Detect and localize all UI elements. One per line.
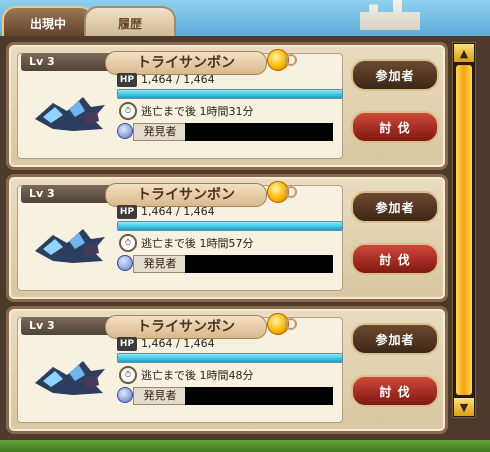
hp-bar: [117, 89, 343, 99]
hp-value: 1,464 / 1,464: [141, 73, 215, 86]
participants-button[interactable]: 参加者: [351, 191, 439, 223]
monster-name: トライサンボン: [105, 315, 267, 339]
finder-label: 発見者: [133, 387, 187, 405]
attack-button[interactable]: 討 伐: [351, 375, 439, 407]
raid-card: Lv 3 トライサンボン HP 1,464 / 1,464 ⏱ 逃亡まで後 1時…: [6, 42, 448, 170]
monster-image: [35, 361, 105, 395]
finder-name-redacted: [185, 255, 333, 273]
finder-orb-icon: [117, 123, 133, 139]
hp-bar-fill: [118, 222, 342, 230]
finder-orb-icon: [117, 387, 133, 403]
finder-label: 発見者: [133, 255, 187, 273]
level-badge: Lv 3: [21, 185, 113, 203]
raid-card: Lv 3 トライサンボン HP 1,464 / 1,464 ⏱ 逃亡まで後 1時…: [6, 306, 448, 434]
level-badge: Lv 3: [21, 53, 113, 71]
orb-ornament-icon: [285, 186, 297, 198]
hp-bar: [117, 353, 343, 363]
monster-image: [35, 97, 105, 131]
hp-icon: HP: [117, 73, 137, 87]
level-badge: Lv 3: [21, 317, 113, 335]
clock-icon: ⏱: [119, 234, 137, 252]
participants-button[interactable]: 参加者: [351, 59, 439, 91]
orb-ornament-icon: [285, 54, 297, 66]
monster-name: トライサンボン: [105, 51, 267, 75]
scrollbar[interactable]: ▲ ▼: [452, 42, 476, 418]
scroll-up-icon[interactable]: ▲: [454, 44, 474, 62]
scroll-down-icon[interactable]: ▼: [454, 398, 474, 416]
finder-orb-icon: [117, 255, 133, 271]
hp-bar-fill: [118, 90, 342, 98]
escape-timer: 逃亡まで後 1時間57分: [141, 237, 254, 250]
tab-active[interactable]: 出現中: [2, 6, 94, 38]
attack-button[interactable]: 討 伐: [351, 243, 439, 275]
ground-strip: [0, 440, 490, 452]
clock-icon: ⏱: [119, 102, 137, 120]
orb-ornament-icon: [285, 318, 297, 330]
escape-timer: 逃亡まで後 1時間31分: [141, 105, 254, 118]
clock-icon: ⏱: [119, 366, 137, 384]
hp-icon: HP: [117, 337, 137, 351]
finder-label: 発見者: [133, 123, 187, 141]
hp-icon: HP: [117, 205, 137, 219]
participants-button[interactable]: 参加者: [351, 323, 439, 355]
finder-name-redacted: [185, 123, 333, 141]
finder-name-redacted: [185, 387, 333, 405]
attack-button[interactable]: 討 伐: [351, 111, 439, 143]
monster-name: トライサンボン: [105, 183, 267, 207]
hp-value: 1,464 / 1,464: [141, 205, 215, 218]
raid-card: Lv 3 トライサンボン HP 1,464 / 1,464 ⏱ 逃亡まで後 1時…: [6, 174, 448, 302]
hp-bar-fill: [118, 354, 342, 362]
hp-value: 1,464 / 1,464: [141, 337, 215, 350]
escape-timer: 逃亡まで後 1時間48分: [141, 369, 254, 382]
hp-bar: [117, 221, 343, 231]
monster-image: [35, 229, 105, 263]
tab-history[interactable]: 履歴: [84, 6, 176, 38]
scroll-thumb[interactable]: [456, 65, 472, 395]
